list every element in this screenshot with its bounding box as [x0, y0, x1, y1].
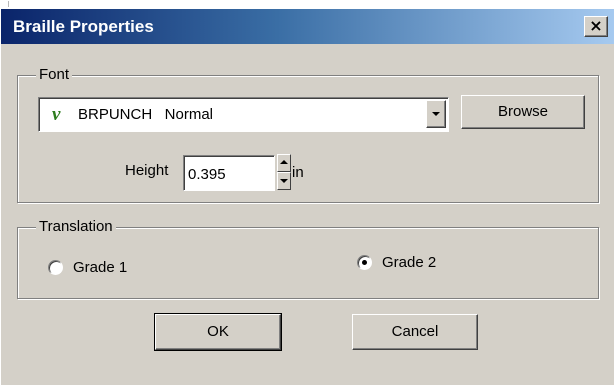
grade-2-radio[interactable]: [357, 255, 372, 270]
title-bar[interactable]: Braille Properties ×: [1, 9, 614, 44]
height-unit-label: in: [292, 164, 304, 181]
chevron-down-icon: [432, 112, 440, 116]
height-input[interactable]: [183, 155, 275, 191]
height-label: Height: [125, 162, 169, 179]
ok-button[interactable]: OK: [154, 313, 282, 351]
browse-button[interactable]: Browse: [461, 95, 585, 129]
grade-2-label[interactable]: Grade 2: [382, 254, 436, 272]
height-spin-down-button[interactable]: [277, 172, 291, 190]
spin-up-icon: [280, 160, 288, 164]
font-select[interactable]: v BRPUNCH Normal: [38, 97, 449, 132]
close-icon: ×: [589, 16, 603, 35]
background-mark: [8, 1, 9, 7]
screen: Braille Properties × Font v BRPUNCH Norm…: [0, 0, 614, 385]
close-button[interactable]: ×: [584, 16, 608, 37]
cancel-button[interactable]: Cancel: [352, 314, 478, 350]
radio-selected-dot: [362, 260, 367, 265]
grade-1-label[interactable]: Grade 1: [73, 259, 127, 277]
font-group-label: Font: [36, 66, 73, 84]
translation-group-label: Translation: [36, 218, 116, 236]
grade-1-radio[interactable]: [48, 260, 63, 275]
height-spin-up-button[interactable]: [277, 154, 291, 172]
truetype-font-icon: v: [52, 104, 61, 125]
braille-properties-dialog: Braille Properties × Font v BRPUNCH Norm…: [0, 9, 614, 385]
spin-down-icon: [280, 179, 288, 183]
font-dropdown-button[interactable]: [426, 100, 446, 128]
window-title: Braille Properties: [13, 17, 154, 36]
font-select-value: BRPUNCH Normal: [78, 106, 214, 123]
